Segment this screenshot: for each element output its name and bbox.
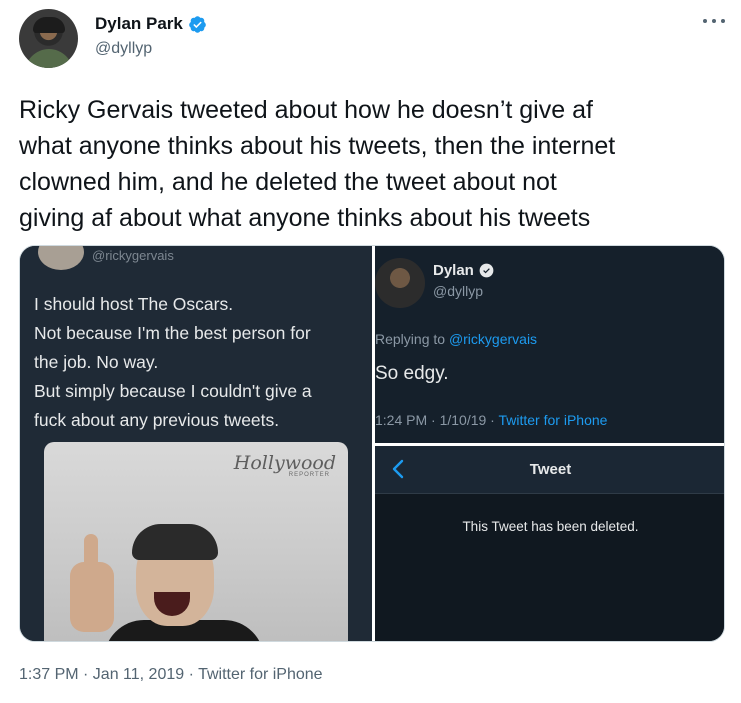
avatar-cap — [33, 17, 65, 33]
ricky-avatar — [38, 246, 84, 270]
author-display-name[interactable]: Dylan Park — [95, 14, 183, 34]
dylan-reply-source: Twitter for iPhone — [498, 412, 608, 428]
more-options-icon[interactable] — [703, 14, 725, 28]
dylan-reply-meta: 1:24 PM · 1/10/19 · Twitter for iPhone — [375, 412, 607, 428]
more-dot — [703, 19, 707, 23]
dylan-reply-name: Dylan — [433, 262, 474, 279]
deleted-tweet-message: This Tweet has been deleted. — [462, 519, 639, 534]
verified-badge-icon — [189, 15, 206, 33]
ricky-tweet-text: I should host The Oscars. Not because I'… — [34, 294, 312, 430]
dylan-reply-text: So edgy. — [375, 363, 449, 384]
ricky-photo: Hollywood REPORTER — [44, 442, 348, 641]
media-image-dylan-reply[interactable]: Dylan @dyllyp Replying to @rickygervais … — [375, 246, 724, 443]
author-handle[interactable]: @dyllyp — [95, 40, 152, 58]
more-dot — [721, 19, 725, 23]
author-name-row: Dylan Park — [95, 14, 207, 34]
verified-badge-icon — [479, 263, 494, 278]
hollywood-reporter-logo-sub: REPORTER — [288, 472, 330, 478]
replying-to-line: Replying to @rickygervais — [375, 331, 537, 347]
replying-to-handle: @rickygervais — [448, 331, 538, 347]
media-image-ricky-tweet[interactable]: @rickygervais I should host The Oscars. … — [20, 246, 372, 641]
hollywood-reporter-logo: Hollywood — [233, 452, 336, 474]
author-avatar[interactable] — [19, 9, 78, 68]
replying-to-prefix: Replying to — [375, 331, 449, 347]
deleted-tweet-nav-title: Tweet — [529, 461, 572, 478]
more-dot — [712, 19, 716, 23]
photo-figure-hand — [70, 562, 114, 632]
ricky-handle: @rickygervais — [92, 248, 174, 263]
dylan-reply-avatar — [375, 258, 425, 308]
tweet-media-grid[interactable]: @rickygervais I should host The Oscars. … — [19, 245, 725, 642]
avatar-shirt — [25, 49, 73, 68]
deleted-tweet-nav-bar: Tweet — [375, 446, 724, 494]
tweet-timestamp[interactable]: 1:37 PM · Jan 11, 2019 · Twitter for iPh… — [19, 666, 323, 684]
dylan-reply-name-row: Dylan — [433, 262, 494, 279]
dylan-reply-time: 1:24 PM · 1/10/19 · — [375, 412, 499, 428]
photo-figure-hair — [132, 524, 218, 560]
media-image-deleted-tweet[interactable]: Tweet This Tweet has been deleted. — [375, 446, 724, 641]
tweet-text: Ricky Gervais tweeted about how he doesn… — [19, 96, 616, 232]
dylan-reply-handle: @dyllyp — [433, 283, 484, 299]
